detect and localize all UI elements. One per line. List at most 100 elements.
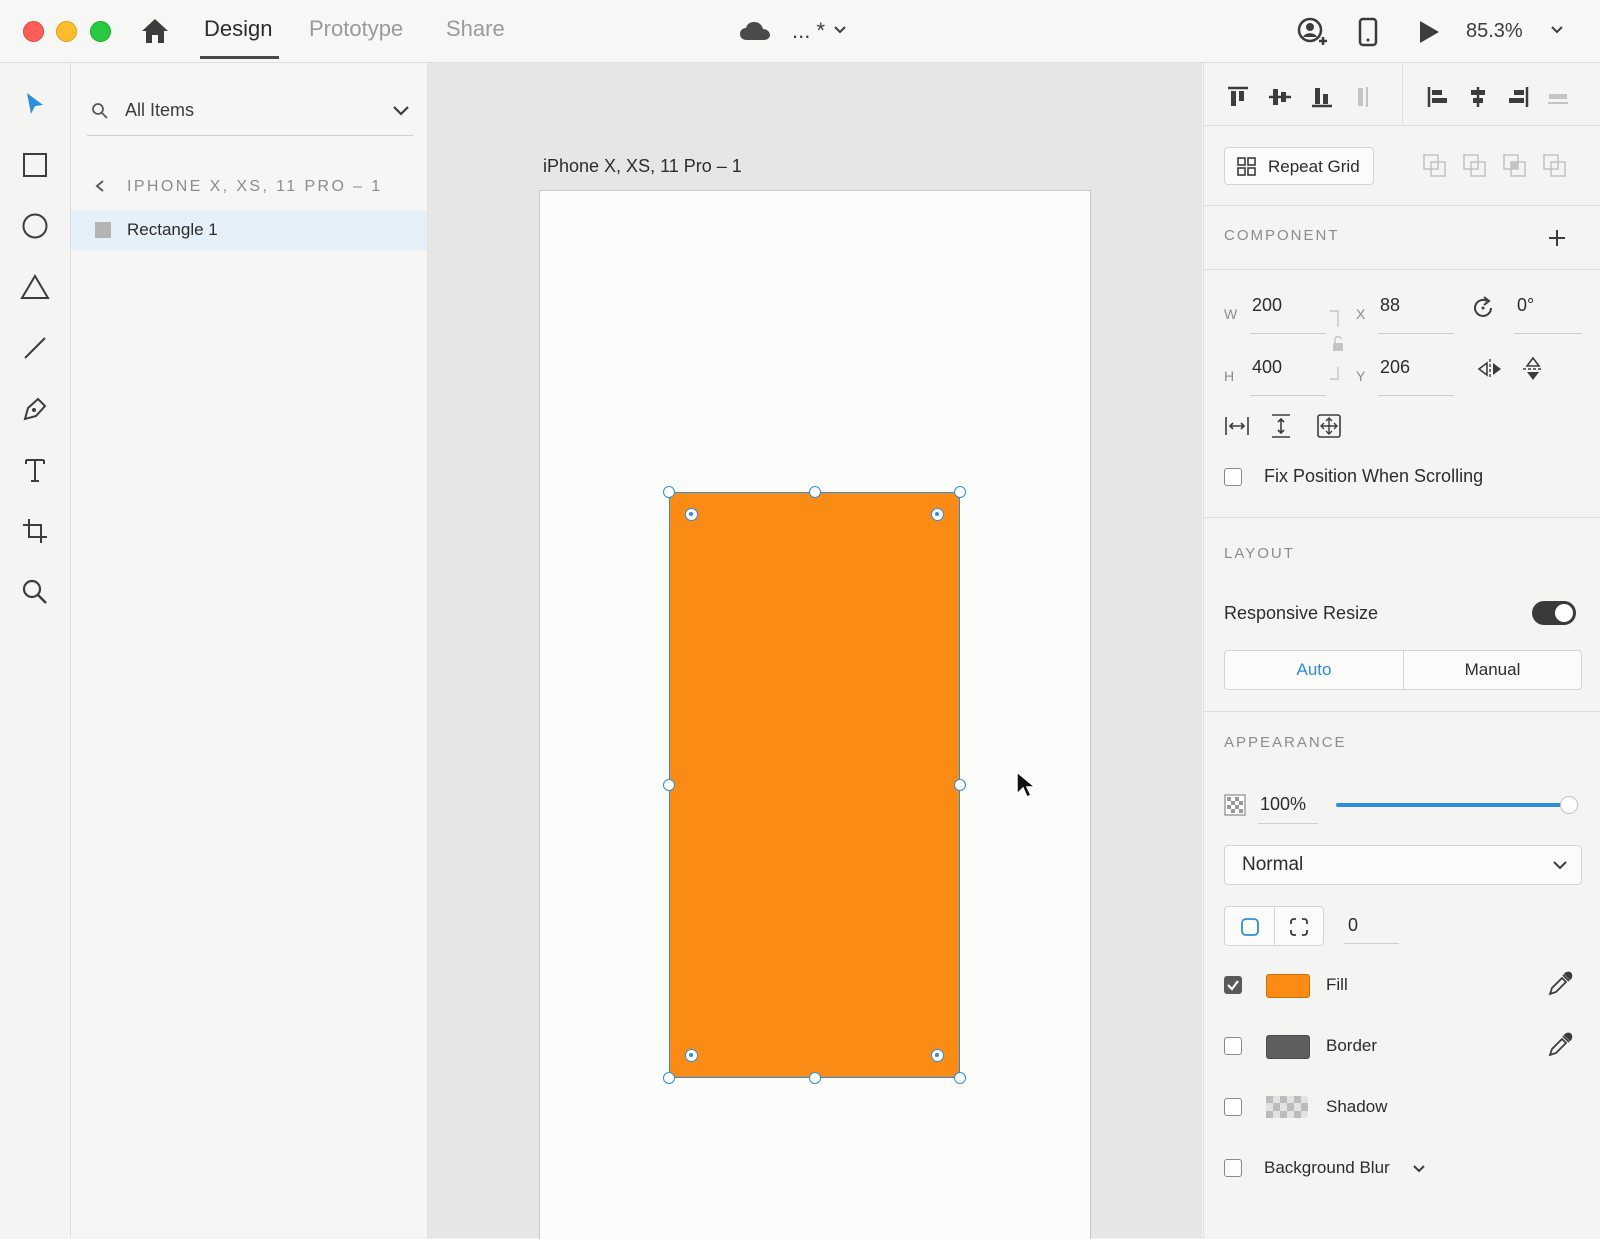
height-underline	[1250, 395, 1326, 396]
height-field[interactable]: 400	[1252, 357, 1282, 378]
rectangle-layer-icon	[95, 222, 111, 238]
lock-aspect-icon[interactable]	[1328, 309, 1344, 381]
eyedropper-icon[interactable]	[1547, 971, 1573, 997]
chevron-down-icon[interactable]	[833, 25, 847, 35]
selected-rectangle[interactable]	[669, 492, 960, 1078]
y-field[interactable]: 206	[1380, 357, 1410, 378]
zoom-level[interactable]: 85.3%	[1466, 20, 1523, 43]
tab-prototype[interactable]: Prototype	[309, 16, 403, 42]
align-center-icon[interactable]	[1466, 85, 1490, 109]
pointer-arrow-icon	[27, 93, 43, 114]
play-preview-icon[interactable]	[1417, 19, 1441, 45]
resize-handle-top-left[interactable]	[663, 486, 675, 498]
layers-filter[interactable]: All Items	[125, 100, 194, 121]
width-field[interactable]: 200	[1252, 295, 1282, 316]
resize-handle-top-right[interactable]	[954, 486, 966, 498]
shadow-checkbox[interactable]	[1224, 1098, 1242, 1116]
boolean-exclude-icon[interactable]	[1542, 153, 1568, 179]
close-window-button[interactable]	[23, 21, 44, 42]
blend-mode-select[interactable]: Normal	[1224, 845, 1582, 885]
flip-horizontal-icon[interactable]	[1477, 358, 1503, 380]
layer-row[interactable]: Rectangle 1	[71, 210, 427, 250]
pen-tool[interactable]	[18, 392, 52, 426]
zoom-tool[interactable]	[18, 575, 52, 609]
device-preview-icon[interactable]	[1358, 17, 1378, 47]
corner-radius-field[interactable]: 0	[1348, 915, 1358, 936]
background-blur-label: Background Blur	[1264, 1158, 1390, 1177]
align-bottom-icon[interactable]	[1310, 85, 1334, 109]
fill-color-swatch[interactable]	[1266, 974, 1310, 998]
layers-breadcrumb[interactable]: IPHONE X, XS, 11 PRO – 1	[127, 178, 383, 196]
distribute-horizontal-icon[interactable]	[1546, 85, 1570, 109]
add-component-icon[interactable]	[1547, 228, 1567, 248]
repeat-grid-button[interactable]: Repeat Grid	[1224, 147, 1374, 185]
align-middle-icon[interactable]	[1267, 85, 1293, 109]
border-eyedropper-icon[interactable]	[1547, 1032, 1573, 1058]
resize-handle-bottom[interactable]	[809, 1072, 821, 1084]
artboard-tool[interactable]	[18, 514, 52, 548]
resize-handle-top[interactable]	[809, 486, 821, 498]
x-underline	[1378, 333, 1454, 334]
zoom-chevron-down-icon[interactable]	[1550, 25, 1564, 35]
border-color-swatch[interactable]	[1266, 1035, 1310, 1059]
align-left-icon[interactable]	[1426, 85, 1450, 109]
invite-user-icon[interactable]	[1297, 17, 1329, 47]
flip-vertical-icon[interactable]	[1522, 356, 1544, 382]
opacity-slider-knob[interactable]	[1560, 796, 1578, 814]
opacity-field[interactable]: 100%	[1260, 794, 1306, 815]
auto-resize-button[interactable]: Auto	[1225, 651, 1404, 689]
resize-handle-bottom-left[interactable]	[663, 1072, 675, 1084]
corner-radius-handle[interactable]	[931, 1049, 944, 1062]
line-icon	[24, 337, 46, 359]
filter-chevron-down-icon[interactable]	[392, 105, 410, 117]
resize-handle-bottom-right[interactable]	[954, 1072, 966, 1084]
x-field[interactable]: 88	[1380, 295, 1400, 316]
fill-checkbox[interactable]	[1224, 976, 1242, 994]
boolean-add-icon[interactable]	[1422, 153, 1448, 179]
width-underline	[1250, 333, 1326, 334]
height-fit-icon[interactable]	[1270, 413, 1292, 439]
artboard-title[interactable]: iPhone X, XS, 11 Pro – 1	[543, 156, 742, 177]
cloud-icon[interactable]	[739, 20, 771, 42]
home-icon[interactable]	[140, 17, 170, 45]
boolean-intersect-icon[interactable]	[1502, 153, 1528, 179]
border-checkbox[interactable]	[1224, 1037, 1242, 1055]
tab-design[interactable]: Design	[204, 16, 272, 42]
manual-resize-button[interactable]: Manual	[1404, 651, 1581, 689]
tab-share[interactable]: Share	[446, 16, 505, 42]
align-right-icon[interactable]	[1506, 85, 1530, 109]
fix-position-checkbox[interactable]	[1224, 468, 1242, 486]
resize-handle-right[interactable]	[954, 779, 966, 791]
fit-content-icon[interactable]	[1316, 413, 1342, 439]
per-corner-button[interactable]	[1275, 907, 1323, 945]
polygon-tool[interactable]	[18, 270, 52, 304]
background-blur-checkbox[interactable]	[1224, 1159, 1242, 1177]
uniform-corners-button[interactable]	[1225, 907, 1275, 945]
line-tool[interactable]	[18, 331, 52, 365]
distribute-vertical-icon[interactable]	[1351, 85, 1375, 109]
align-top-icon[interactable]	[1226, 85, 1250, 109]
text-tool[interactable]	[18, 453, 52, 487]
rotation-field[interactable]: 0°	[1517, 295, 1534, 316]
opacity-slider-track[interactable]	[1336, 803, 1569, 807]
fill-label: Fill	[1326, 975, 1348, 994]
shadow-swatch[interactable]	[1266, 1096, 1308, 1118]
magnifier-icon	[22, 579, 47, 604]
corner-radius-handle[interactable]	[685, 1049, 698, 1062]
rectangle-tool[interactable]	[18, 148, 52, 182]
corner-radius-handle[interactable]	[685, 508, 698, 521]
back-chevron-icon[interactable]	[95, 179, 105, 193]
minimize-window-button[interactable]	[56, 21, 77, 42]
corner-radius-handle[interactable]	[931, 508, 944, 521]
x-label: X	[1356, 306, 1366, 322]
select-tool[interactable]	[18, 87, 52, 121]
blur-type-chevron-down-icon[interactable]	[1412, 1164, 1426, 1174]
responsive-resize-toggle[interactable]	[1532, 601, 1576, 625]
ellipse-tool[interactable]	[18, 209, 52, 243]
document-title[interactable]: ... *	[792, 18, 825, 44]
maximize-window-button[interactable]	[90, 21, 111, 42]
boolean-subtract-icon[interactable]	[1462, 153, 1488, 179]
resize-handle-left[interactable]	[663, 779, 675, 791]
width-label: W	[1224, 306, 1238, 322]
width-fit-icon[interactable]	[1224, 415, 1250, 437]
